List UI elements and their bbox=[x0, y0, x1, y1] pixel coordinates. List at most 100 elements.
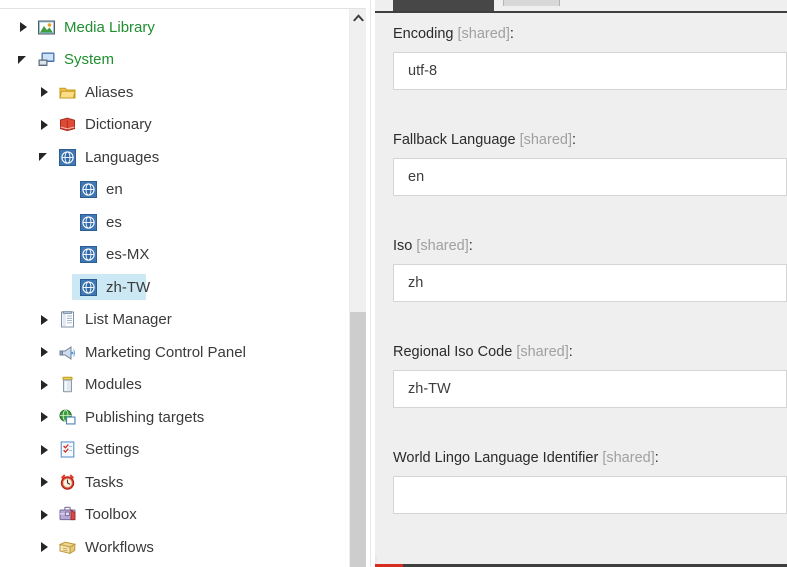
tree-item-aliases[interactable]: Aliases bbox=[0, 76, 366, 109]
chevron-right-icon[interactable] bbox=[35, 442, 51, 458]
book-icon bbox=[59, 116, 76, 133]
tree-item-settings[interactable]: Settings bbox=[0, 434, 366, 467]
tree-item-workflows[interactable]: Workflows bbox=[0, 531, 366, 564]
world-lingo-language-identifier-field: World Lingo Language Identifier [shared]… bbox=[393, 451, 787, 514]
workflow-icon bbox=[59, 539, 76, 556]
tree-item-modules[interactable]: Modules bbox=[0, 369, 366, 402]
tree-item-label: Workflows bbox=[85, 538, 154, 556]
field-shared-marker: [shared] bbox=[416, 238, 469, 254]
chevron-right-icon[interactable] bbox=[35, 507, 51, 523]
fallback-language-field: Fallback Language [shared]: en bbox=[393, 133, 787, 196]
language-settings-form: Encoding [shared]: utf-8 Fallback Language… bbox=[375, 13, 787, 556]
field-shared-marker: [shared] bbox=[602, 450, 655, 466]
twisty-placeholder bbox=[56, 214, 72, 230]
tree-item-marketing-control-panel[interactable]: Marketing Control Panel bbox=[0, 336, 366, 369]
tree-item-en[interactable]: en bbox=[0, 174, 366, 207]
tree-vertical-scrollbar[interactable] bbox=[349, 9, 366, 567]
publish-globe-icon bbox=[59, 409, 76, 426]
field-label-colon: : bbox=[568, 344, 573, 360]
globe-icon bbox=[59, 148, 76, 166]
scrollbar-thumb[interactable] bbox=[350, 312, 366, 567]
media-library-icon bbox=[38, 19, 55, 36]
content-tree-panel: Media Library System Aliases Dictionary Lang… bbox=[0, 0, 366, 567]
tree-item-label: Languages bbox=[85, 148, 160, 166]
list-icon bbox=[59, 311, 76, 328]
iso-field-label: Iso [shared]: bbox=[393, 239, 787, 254]
chevron-right-icon[interactable] bbox=[35, 409, 51, 425]
tree-item-label: Tasks bbox=[85, 473, 124, 491]
alarm-clock-icon bbox=[59, 474, 76, 491]
tree-item-label: Aliases bbox=[85, 83, 134, 101]
chevron-right-icon[interactable] bbox=[35, 84, 51, 100]
tree-item-label: Dictionary bbox=[85, 116, 152, 134]
tab-active[interactable] bbox=[393, 0, 494, 11]
tree-item-publishing-targets[interactable]: Publishing targets bbox=[0, 401, 366, 434]
tree-item-toolbox[interactable]: Toolbox bbox=[0, 499, 366, 532]
field-label-text: Fallback Language bbox=[393, 132, 516, 148]
editor-tabstrip bbox=[375, 0, 787, 11]
tree-item-label: Toolbox bbox=[85, 506, 137, 524]
tree-item-zh-tw[interactable]: zh-TW bbox=[0, 271, 366, 304]
tree-item-label: en bbox=[106, 181, 123, 199]
twisty-placeholder bbox=[56, 182, 72, 198]
iso-field: Iso [shared]: zh bbox=[393, 239, 787, 302]
checklist-icon bbox=[59, 441, 76, 458]
chevron-down-icon[interactable] bbox=[14, 52, 30, 68]
twisty-placeholder bbox=[56, 247, 72, 263]
chevron-up-icon[interactable] bbox=[350, 9, 366, 26]
iso-field-input[interactable]: zh bbox=[393, 263, 787, 302]
tree-item-label: Marketing Control Panel bbox=[85, 343, 246, 361]
chevron-right-icon[interactable] bbox=[35, 377, 51, 393]
encoding-field-input[interactable]: utf-8 bbox=[393, 51, 787, 90]
field-label-colon: : bbox=[509, 26, 514, 42]
tree-item-label: zh-TW bbox=[106, 278, 151, 296]
field-label-text: Encoding bbox=[393, 26, 454, 42]
field-label-colon: : bbox=[654, 450, 659, 466]
fallback-language-field-label: Fallback Language [shared]: bbox=[393, 133, 787, 148]
tree-item-label: Settings bbox=[85, 441, 140, 459]
tab-secondary[interactable] bbox=[503, 0, 560, 6]
chevron-right-icon[interactable] bbox=[35, 117, 51, 133]
chevron-down-icon[interactable] bbox=[35, 149, 51, 165]
tree-top-divider bbox=[0, 8, 366, 9]
application-window: Media Library System Aliases Dictionary Lang… bbox=[0, 0, 787, 567]
chevron-right-icon[interactable] bbox=[35, 474, 51, 490]
chevron-right-icon[interactable] bbox=[35, 539, 51, 555]
tree-item-tasks[interactable]: Tasks bbox=[0, 466, 366, 499]
chevron-right-icon[interactable] bbox=[35, 312, 51, 328]
tree-item-media-library[interactable]: Media Library bbox=[0, 11, 366, 44]
world-lingo-language-identifier-field-label: World Lingo Language Identifier [shared]… bbox=[393, 451, 787, 466]
tree-item-label: es bbox=[106, 213, 122, 231]
folder-icon bbox=[59, 84, 76, 101]
tree-item-label: List Manager bbox=[85, 311, 172, 329]
field-label-colon: : bbox=[468, 238, 473, 254]
content-editor-panel: Encoding [shared]: utf-8 Fallback Language… bbox=[375, 0, 787, 567]
tree-item-label: Modules bbox=[85, 376, 142, 394]
tree-item-system[interactable]: System bbox=[0, 44, 366, 77]
tree-item-label: Publishing targets bbox=[85, 408, 205, 426]
regional-iso-code-field-input[interactable]: zh-TW bbox=[393, 369, 787, 408]
globe-icon bbox=[80, 278, 97, 296]
chevron-right-icon[interactable] bbox=[14, 19, 30, 35]
chevron-right-icon[interactable] bbox=[35, 344, 51, 360]
regional-iso-code-field-label: Regional Iso Code [shared]: bbox=[393, 345, 787, 360]
twisty-placeholder bbox=[56, 279, 72, 295]
fallback-language-field-input[interactable]: en bbox=[393, 157, 787, 196]
globe-icon bbox=[80, 181, 97, 199]
world-lingo-language-identifier-field-input[interactable] bbox=[393, 475, 787, 514]
tree-item-label: System bbox=[64, 51, 115, 69]
toolbox-icon bbox=[59, 506, 76, 523]
tree-item-languages[interactable]: Languages bbox=[0, 141, 366, 174]
tree-item-label: Media Library bbox=[64, 18, 155, 36]
regional-iso-code-field: Regional Iso Code [shared]: zh-TW bbox=[393, 345, 787, 408]
system-computer-icon bbox=[38, 51, 55, 68]
content-tree-list[interactable]: Media Library System Aliases Dictionary Lang… bbox=[0, 11, 366, 564]
tree-item-es-mx[interactable]: es-MX bbox=[0, 239, 366, 272]
jar-icon bbox=[59, 376, 76, 393]
tree-item-es[interactable]: es bbox=[0, 206, 366, 239]
field-label-text: World Lingo Language Identifier bbox=[393, 450, 599, 466]
field-shared-marker: [shared] bbox=[457, 26, 510, 42]
panel-splitter[interactable] bbox=[366, 0, 375, 567]
tree-item-dictionary[interactable]: Dictionary bbox=[0, 109, 366, 142]
tree-item-list-manager[interactable]: List Manager bbox=[0, 304, 366, 337]
